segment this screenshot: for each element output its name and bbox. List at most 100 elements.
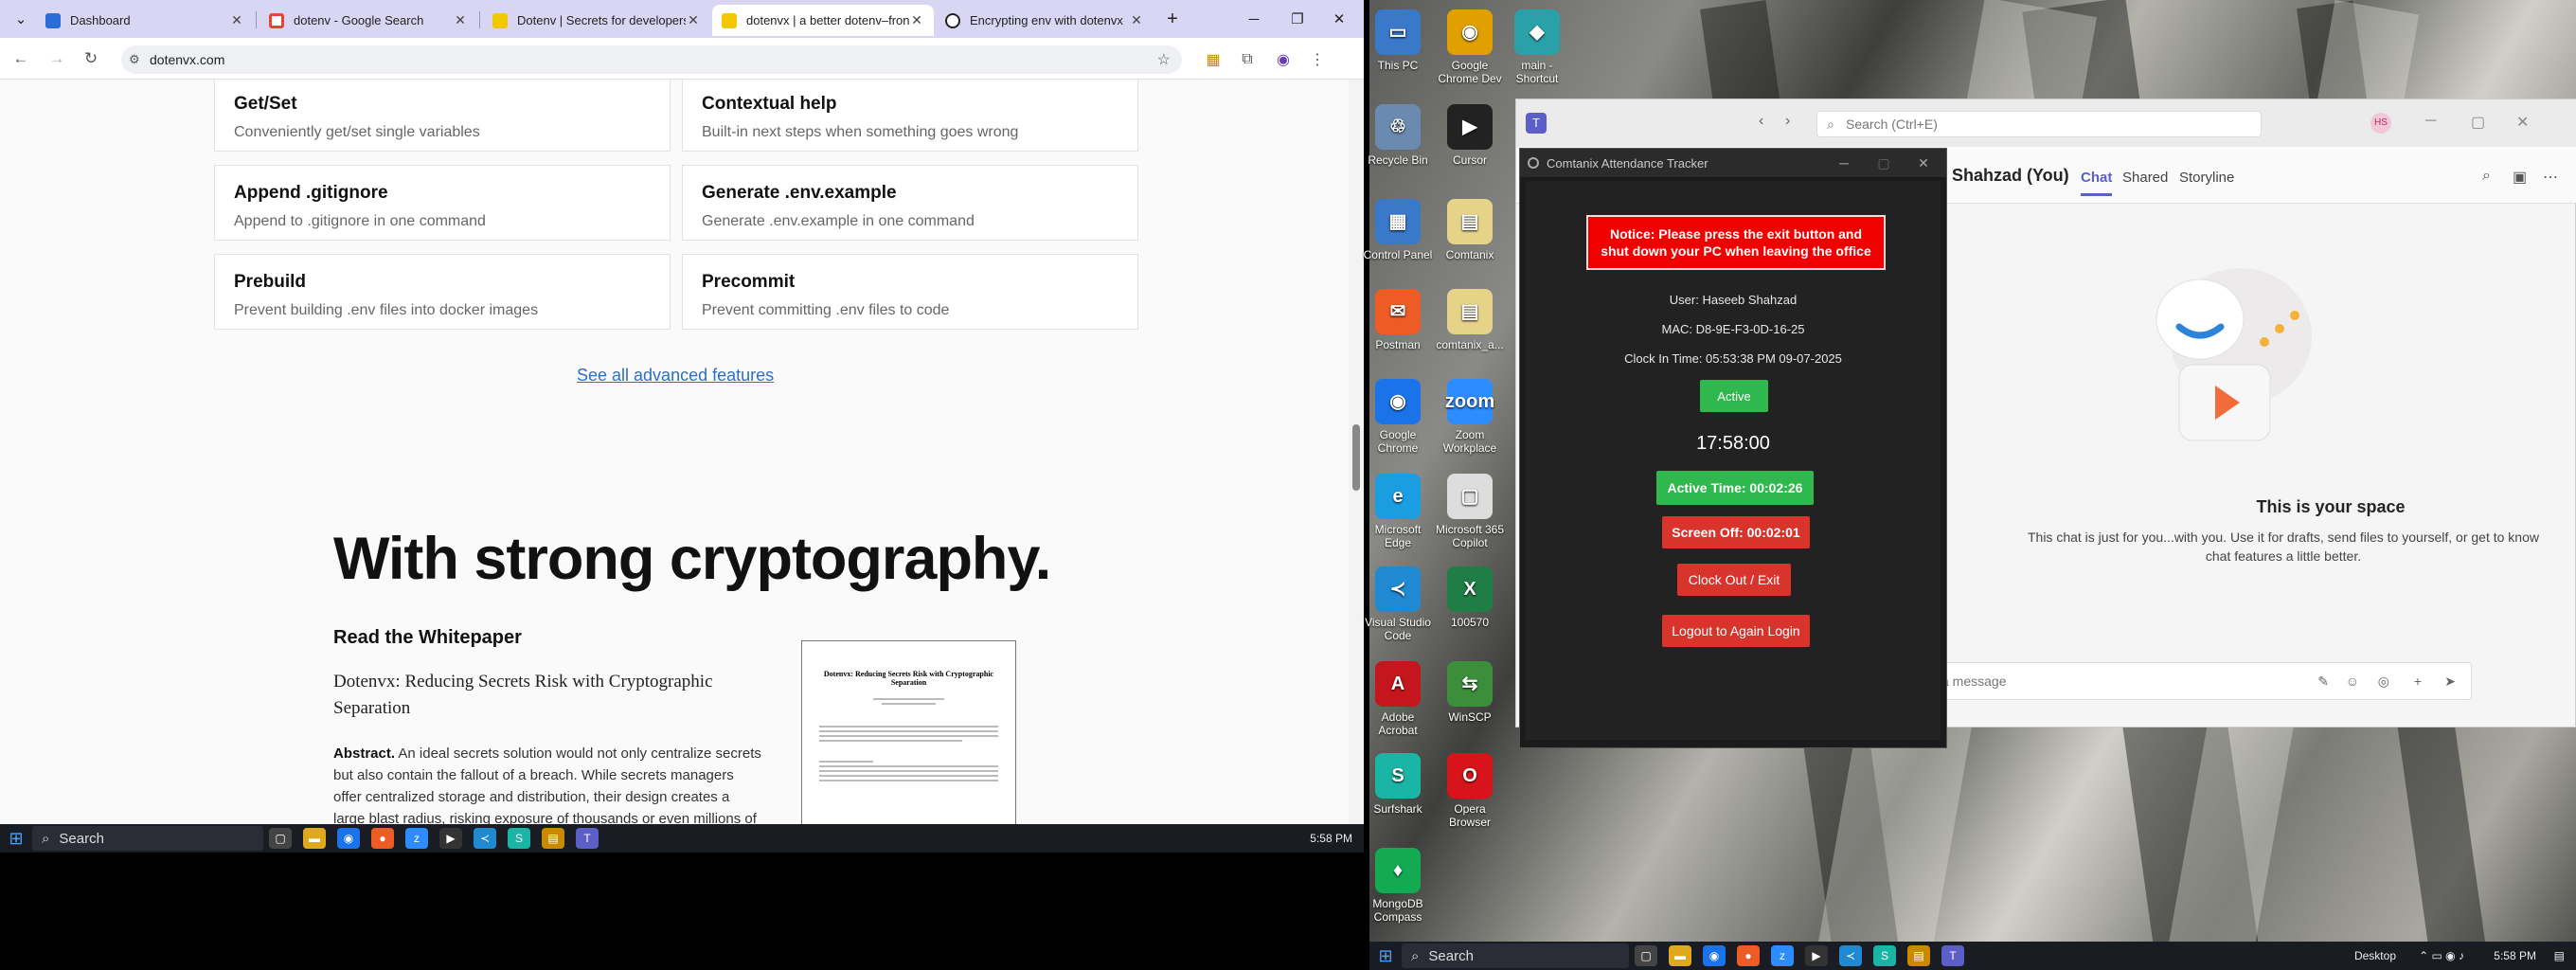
desktop-icon-100570[interactable]: X 100570 — [1433, 566, 1507, 629]
desktop-icon-adobe-acrobat[interactable]: A Adobe Acrobat — [1361, 661, 1435, 737]
file-explorer-icon[interactable]: ▬ — [1669, 945, 1691, 966]
task-view-icon[interactable]: ▢ — [1635, 945, 1657, 966]
desktop-toolbar-label[interactable]: Desktop — [2354, 949, 2396, 962]
new-tab-button[interactable]: + — [1154, 0, 1191, 38]
close-icon[interactable]: ✕ — [453, 12, 468, 28]
surfshark-icon[interactable]: S — [1873, 945, 1896, 966]
taskbar-clock[interactable]: 5:58 PM — [2494, 949, 2536, 962]
site-info-icon[interactable]: ⚙ — [129, 52, 140, 67]
vscode-icon[interactable]: ≺ — [474, 828, 496, 849]
emoji-icon[interactable]: ☺ — [2346, 674, 2359, 689]
teams-icon[interactable]: T — [576, 828, 599, 849]
avatar[interactable]: HS — [2370, 113, 2391, 134]
desktop-icon-google-chrome-dev[interactable]: ◉ Google Chrome Dev — [1433, 9, 1507, 85]
tab-chat[interactable]: Chat — [2081, 170, 2113, 196]
teams-icon[interactable]: T — [1941, 945, 1964, 966]
bookmark-star-icon[interactable]: ☆ — [1157, 50, 1171, 69]
whitepaper-thumbnail[interactable]: Dotenvx: Reducing Secrets Risk with Cryp… — [801, 640, 1016, 826]
desktop-icon-postman[interactable]: ✉ Postman — [1361, 289, 1435, 351]
vscode-icon[interactable]: ≺ — [1839, 945, 1862, 966]
file-explorer-icon[interactable]: ▬ — [303, 828, 326, 849]
tab-encrypting-env[interactable]: Encrypting env with dotenvx ✕ — [936, 5, 1154, 36]
restore-icon[interactable]: ❐ — [1279, 0, 1316, 38]
taskbar-search[interactable]: ⌕ Search — [1402, 943, 1629, 968]
feature-card-precommit[interactable]: Precommit Prevent committing .env files … — [682, 254, 1138, 330]
desktop-icon-opera-browser[interactable]: O Opera Browser — [1433, 753, 1507, 829]
feature-card-contextual-help[interactable]: Contextual help Built-in next steps when… — [682, 80, 1138, 152]
search-icon[interactable]: ⌕ — [2482, 168, 2491, 185]
feature-card-generate-env-example[interactable]: Generate .env.example Generate .env.exam… — [682, 165, 1138, 241]
desktop-icon-surfshark[interactable]: S Surfshark — [1361, 753, 1435, 816]
format-icon[interactable]: ✎ — [2317, 674, 2329, 690]
compose-message-input[interactable]: a message ✎ ☺ ◎ + ➤ — [1910, 662, 2472, 700]
extension-icon[interactable]: ▦ — [1203, 49, 1224, 70]
loop-icon[interactable]: ◎ — [2378, 674, 2389, 690]
notification-icon[interactable]: ▤ — [2554, 949, 2565, 962]
more-options-icon[interactable]: ⋯ — [2543, 168, 2558, 187]
desktop-icon-visual-studio-code[interactable]: ≺ Visual Studio Code — [1361, 566, 1435, 642]
teams-search-input[interactable]: ⌕ Search (Ctrl+E) — [1816, 111, 2262, 137]
add-icon[interactable]: + — [2414, 674, 2422, 689]
windows-start-icon[interactable]: ⊞ — [0, 829, 32, 849]
postman-icon[interactable]: ● — [1737, 945, 1760, 966]
minimize-icon[interactable]: ─ — [2425, 113, 2436, 130]
forward-icon[interactable]: → — [45, 47, 68, 70]
minimize-icon[interactable]: ─ — [1235, 0, 1273, 38]
back-icon[interactable]: ‹ — [1759, 113, 1763, 130]
see-all-features-link[interactable]: See all advanced features — [577, 366, 774, 386]
zoom-icon[interactable]: z — [405, 828, 428, 849]
taskbar-clock[interactable]: 5:58 PM — [1310, 832, 1352, 845]
task-view-icon[interactable]: ▢ — [269, 828, 292, 849]
tab-storyline[interactable]: Storyline — [2179, 170, 2234, 186]
cursor-icon[interactable]: ▶ — [1805, 945, 1828, 966]
chrome-icon[interactable]: ◉ — [337, 828, 360, 849]
desktop-icon-comtanix[interactable]: ▤ Comtanix — [1433, 199, 1507, 261]
close-icon[interactable]: ✕ — [909, 12, 924, 28]
tray-icons[interactable]: ⌃ ▭ ◉ ♪ — [2419, 949, 2464, 962]
close-window-icon[interactable]: ✕ — [1320, 0, 1358, 38]
maximize-icon[interactable]: ▢ — [1865, 149, 1903, 177]
desktop-icon-control-panel[interactable]: ▦ Control Panel — [1361, 199, 1435, 261]
desktop-icon-mongodb-compass[interactable]: ♦ MongoDB Compass — [1361, 848, 1435, 924]
zoom-icon[interactable]: z — [1771, 945, 1794, 966]
comtanix-icon[interactable]: ▤ — [542, 828, 564, 849]
chrome-icon[interactable]: ◉ — [1703, 945, 1726, 966]
layout-icon[interactable]: ▣ — [2513, 168, 2527, 187]
windows-start-icon[interactable]: ⊞ — [1369, 946, 1402, 966]
tab-dotenvx-active[interactable]: dotenvx | a better dotenv–fron ✕ — [712, 5, 934, 36]
extensions-puzzle-icon[interactable]: ⧉ — [1237, 49, 1258, 70]
tab-dashboard[interactable]: Dashboard ✕ — [36, 5, 254, 36]
desktop-icon-cursor[interactable]: ▶ Cursor — [1433, 104, 1507, 167]
taskbar-search[interactable]: ⌕ Search — [32, 826, 263, 851]
desktop-icon-google-chrome[interactable]: ◉ Google Chrome — [1361, 379, 1435, 455]
tab-search-chevron-icon[interactable]: ⌄ — [2, 0, 40, 38]
desktop-icon-zoom-workplace[interactable]: zoom Zoom Workplace — [1433, 379, 1507, 455]
clock-out-button[interactable]: Clock Out / Exit — [1677, 564, 1791, 596]
close-icon[interactable]: ✕ — [686, 12, 701, 28]
close-window-icon[interactable]: ✕ — [2516, 113, 2529, 132]
back-icon[interactable]: ← — [9, 47, 32, 70]
close-window-icon[interactable]: ✕ — [1905, 149, 1942, 177]
postman-icon[interactable]: ● — [371, 828, 394, 849]
feature-card-prebuild[interactable]: Prebuild Prevent building .env files int… — [214, 254, 671, 330]
logout-button[interactable]: Logout to Again Login — [1662, 615, 1810, 647]
forward-icon[interactable]: › — [1785, 113, 1790, 130]
cursor-icon[interactable]: ▶ — [439, 828, 462, 849]
url-field[interactable]: ⚙ dotenvx.com ☆ — [121, 45, 1182, 74]
tab-google-search[interactable]: dotenv - Google Search ✕ — [259, 5, 477, 36]
comtanix-icon[interactable]: ▤ — [1907, 945, 1930, 966]
desktop-icon-this-pc[interactable]: ▭ This PC — [1361, 9, 1435, 72]
surfshark-icon[interactable]: S — [508, 828, 530, 849]
desktop-icon-main-shortcut[interactable]: ◆ main - Shortcut — [1500, 9, 1574, 85]
profile-icon[interactable]: ◉ — [1273, 49, 1294, 70]
tab-shared[interactable]: Shared — [2122, 170, 2168, 186]
feature-card-get-set[interactable]: Get/Set Conveniently get/set single vari… — [214, 80, 671, 152]
scrollbar-thumb[interactable] — [1352, 424, 1360, 491]
close-icon[interactable]: ✕ — [1129, 12, 1144, 28]
desktop-icon-winscp[interactable]: ⇆ WinSCP — [1433, 661, 1507, 724]
desktop-icon-microsoft-edge[interactable]: e Microsoft Edge — [1361, 474, 1435, 549]
desktop-icon-microsoft-365-copilot[interactable]: ▢ Microsoft 365 Copilot — [1433, 474, 1507, 549]
menu-kebab-icon[interactable]: ⋮ — [1307, 49, 1328, 70]
desktop-icon-recycle-bin[interactable]: ♲ Recycle Bin — [1361, 104, 1435, 167]
minimize-icon[interactable]: ─ — [1825, 149, 1863, 177]
